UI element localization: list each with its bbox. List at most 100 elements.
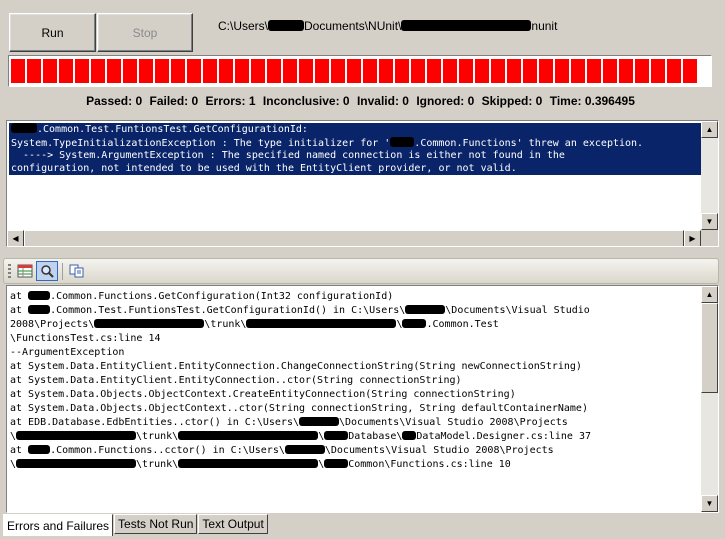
progress-segment [331, 59, 345, 83]
progress-segment [443, 59, 457, 83]
progress-segment [347, 59, 361, 83]
error-test-name: .Common.Test.FuntionsTest.GetConfigurati… [37, 124, 308, 135]
progress-segment [235, 59, 249, 83]
progress-segment [379, 59, 393, 83]
progress-segment [123, 59, 137, 83]
invalid-count: Invalid: 0 [356, 94, 409, 108]
error-message-a: System.TypeInitializationException : The… [11, 137, 391, 149]
redacted-block [246, 319, 397, 328]
vscroll-thumb[interactable] [701, 303, 718, 393]
progress-segment [203, 59, 217, 83]
tab-text-output[interactable]: Text Output [198, 514, 268, 534]
stack-line: at System.Data.Objects.ObjectContext..ct… [10, 403, 588, 414]
progress-segment [651, 59, 665, 83]
progress-segment [635, 59, 649, 83]
result-counts: Passed: 0 Failed: 0 Errors: 1 Inconclusi… [0, 94, 725, 108]
redacted-block [405, 305, 446, 314]
progress-segment [587, 59, 601, 83]
scroll-corner [701, 230, 718, 246]
stack-line: .Common.Test.FuntionsTest.GetConfigurati… [50, 305, 406, 316]
progress-segment [283, 59, 297, 83]
scroll-up-arrow-icon[interactable]: ▲ [701, 286, 718, 303]
error-list[interactable]: .Common.Test.FuntionsTest.GetConfigurati… [6, 120, 719, 247]
result-tabs: Errors and Failures Tests Not Run Text O… [3, 514, 269, 536]
progress-segment [171, 59, 185, 83]
redacted-block [402, 319, 427, 328]
error-message-b: .Common.Functions' threw an exception. [414, 137, 644, 149]
hscroll-thumb[interactable] [24, 230, 684, 246]
scroll-up-arrow-icon[interactable]: ▲ [701, 121, 718, 138]
progress-segment [555, 59, 569, 83]
progress-segment [267, 59, 281, 83]
progress-segment [27, 59, 41, 83]
redacted-block [390, 136, 415, 147]
stack-line: at System.Data.Objects.ObjectContext.Cre… [10, 389, 516, 400]
progress-segment [315, 59, 329, 83]
stack-line: at EDB.Database.EdbEntities..ctor() in C… [10, 417, 299, 428]
progress-segment [491, 59, 505, 83]
error-inner-message: ----> System.ArgumentException : The spe… [11, 150, 565, 161]
progress-segment [683, 59, 697, 83]
stack-line: at [10, 445, 29, 456]
scroll-down-arrow-icon[interactable]: ▼ [701, 495, 718, 512]
redacted-block [16, 431, 137, 440]
scroll-left-arrow-icon[interactable]: ◀ [7, 230, 24, 246]
stack-trace-panel[interactable]: at .Common.Functions.GetConfiguration(In… [6, 285, 719, 513]
progress-segment [475, 59, 489, 83]
redacted-block [28, 291, 51, 300]
error-list-vscrollbar[interactable]: ▲ ▼ [701, 121, 718, 230]
scroll-right-arrow-icon[interactable]: ▶ [684, 230, 701, 246]
progress-segment [11, 59, 25, 83]
stack-line: at System.Data.EntityClient.EntityConnec… [10, 361, 582, 372]
stack-line: 2008\Projects\ [10, 319, 95, 330]
stack-vscrollbar[interactable]: ▲ ▼ [701, 286, 718, 512]
grid-icon [17, 264, 33, 278]
ignored-count: Ignored: 0 [416, 94, 475, 108]
redacted-block [16, 459, 137, 468]
inconclusive-count: Inconclusive: 0 [262, 94, 350, 108]
progress-segment [107, 59, 121, 83]
progress-segment [411, 59, 425, 83]
progress-fill [11, 59, 709, 83]
find-button[interactable] [36, 261, 58, 281]
passed-count: Passed: 0 [86, 94, 143, 108]
tab-tests-not-run[interactable]: Tests Not Run [114, 514, 198, 534]
path-prefix: C:\Users\ [218, 19, 269, 33]
tab-errors-and-failures[interactable]: Errors and Failures [3, 514, 114, 536]
redacted-block [284, 445, 325, 454]
stack-line: .Common.Functions.GetConfiguration(Int32… [50, 291, 394, 302]
redacted-block [11, 123, 37, 133]
stack-line: at System.Data.EntityClient.EntityConnec… [10, 375, 462, 386]
copy-button[interactable] [66, 261, 88, 281]
progress-segment [43, 59, 57, 83]
stop-button[interactable]: Stop [97, 13, 193, 52]
redacted-block [298, 417, 339, 426]
progress-segment [667, 59, 681, 83]
toolbar-grip [8, 264, 11, 279]
elapsed-time: Time: 0.396495 [549, 94, 635, 108]
error-list-hscrollbar[interactable]: ◀ ▶ [7, 230, 701, 246]
progress-segment [187, 59, 201, 83]
progress-segment [507, 59, 521, 83]
scroll-down-arrow-icon[interactable]: ▼ [701, 213, 718, 230]
grid-button[interactable] [14, 261, 36, 281]
progress-segment [363, 59, 377, 83]
run-button[interactable]: Run [9, 13, 96, 52]
progress-segment [75, 59, 89, 83]
toolbar-separator [62, 263, 63, 280]
stack-trace-text: at .Common.Functions.GetConfiguration(In… [10, 291, 592, 470]
redacted-block [178, 431, 319, 440]
copy-icon [69, 264, 84, 278]
redacted-block [28, 445, 51, 454]
redacted-block [28, 305, 51, 314]
errors-count: Errors: 1 [205, 94, 256, 108]
path-suffix: nunit [531, 19, 558, 33]
assembly-path: C:\Users\ Documents\NUnit\ nunit [218, 19, 557, 33]
stack-line: \Documents\Visual Studio [445, 305, 590, 316]
error-list-item-selected[interactable]: .Common.Test.FuntionsTest.GetConfigurati… [9, 123, 701, 175]
progress-segment [459, 59, 473, 83]
progress-segment [395, 59, 409, 83]
progress-segment [571, 59, 585, 83]
redacted-block [324, 459, 349, 468]
redacted-block [324, 431, 349, 440]
